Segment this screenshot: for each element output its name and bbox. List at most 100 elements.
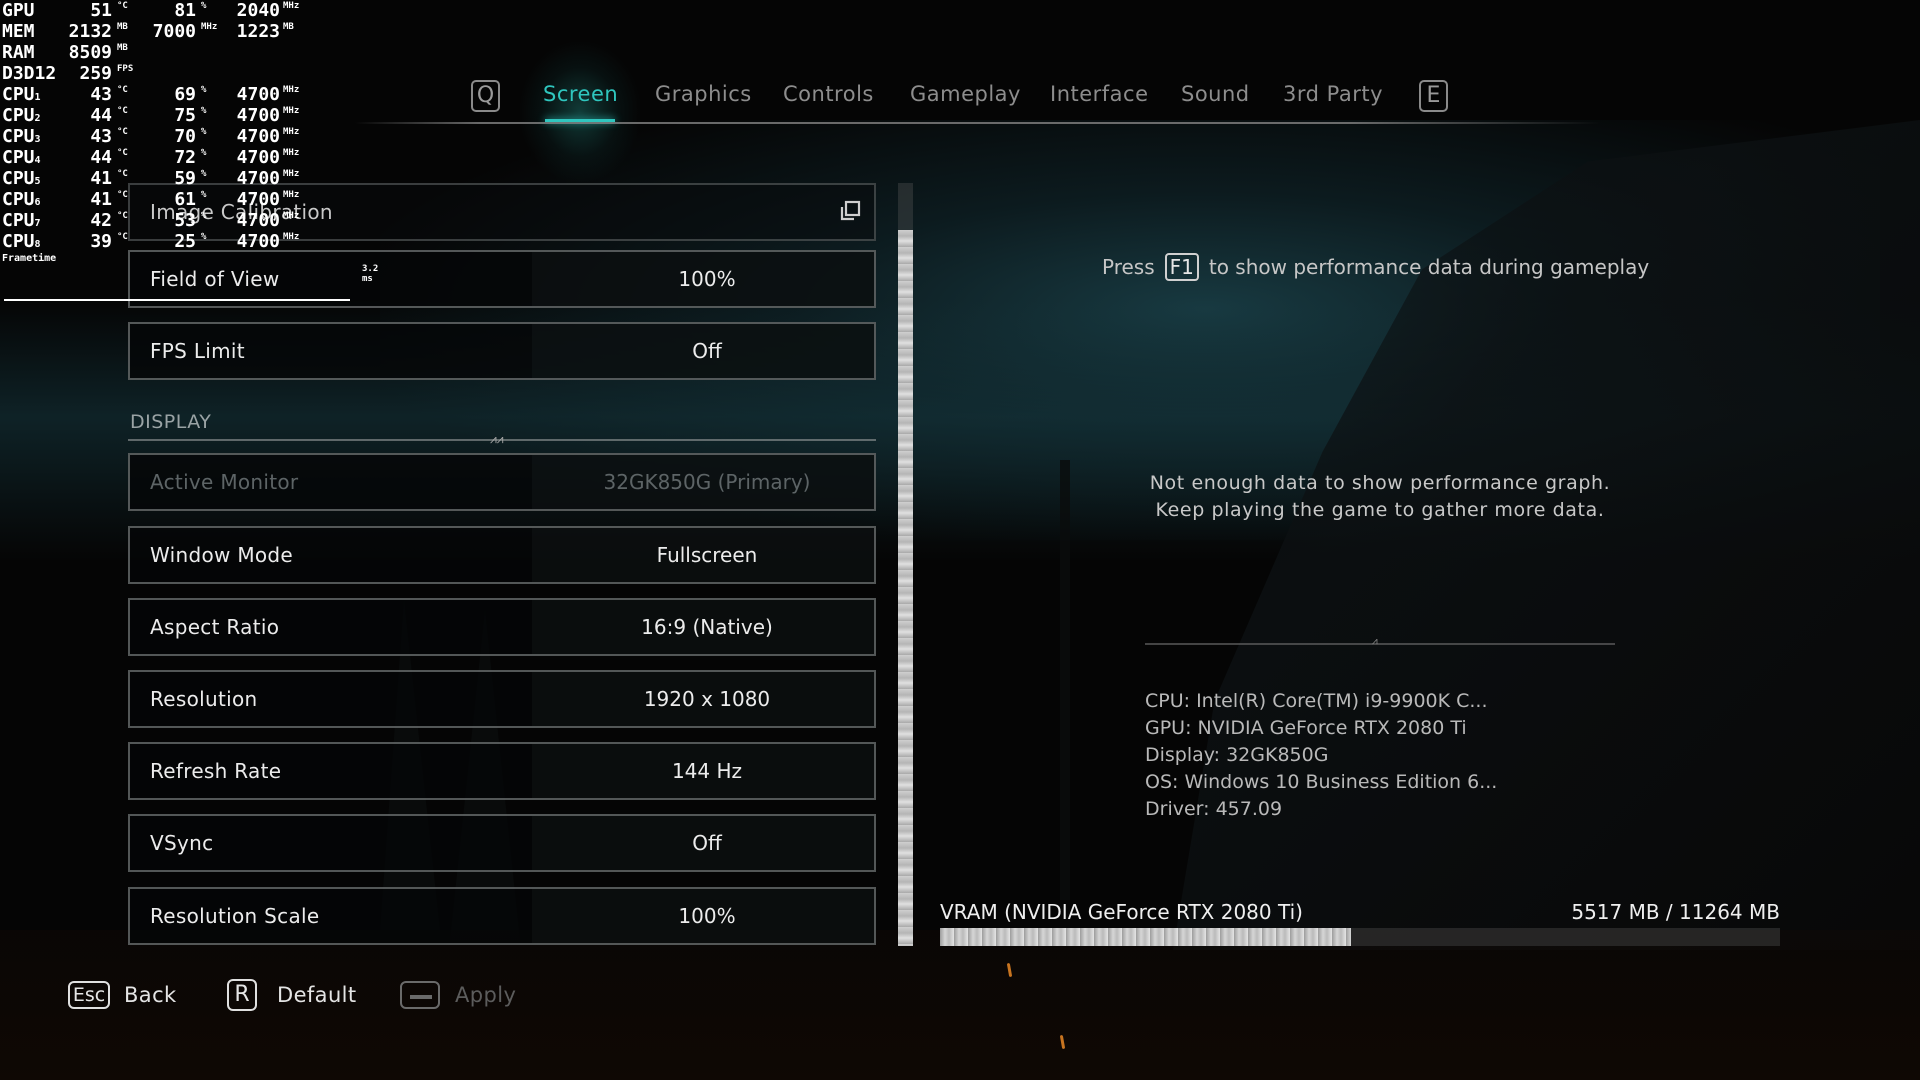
osd-unit: °C: [117, 169, 128, 179]
spacebar-key-icon: [400, 981, 440, 1009]
setting-label: Active Monitor: [150, 470, 299, 494]
esc-key-icon: Esc: [68, 981, 110, 1009]
osd-value: 4700: [236, 147, 280, 168]
setting-vsync[interactable]: VSync Off: [128, 814, 876, 872]
osd-unit: %: [201, 85, 207, 95]
osd-value: 69: [174, 84, 196, 105]
setting-label: VSync: [150, 831, 214, 855]
setting-value: Off: [692, 339, 722, 363]
osd-unit: MHz: [283, 211, 300, 221]
osd-value: 4700: [236, 84, 280, 105]
sysinfo-display: Display: 32GK850G: [1145, 744, 1329, 766]
osd-row-label-index: 2: [34, 113, 41, 124]
osd-value: 43: [90, 126, 112, 147]
osd-unit: MB: [283, 22, 294, 32]
sysinfo-gpu: GPU: NVIDIA GeForce RTX 2080 Ti: [1145, 717, 1467, 739]
setting-refresh-rate[interactable]: Refresh Rate 144 Hz: [128, 742, 876, 800]
tab-3rd-party[interactable]: 3rd Party: [1283, 82, 1383, 106]
setting-aspect-ratio[interactable]: Aspect Ratio 16:9 (Native): [128, 598, 876, 656]
osd-unit: %: [201, 106, 207, 116]
prev-tab-key-q[interactable]: Q: [471, 80, 500, 112]
osd-row-label-text: CPU: [2, 105, 35, 126]
osd-row-label: MEM: [2, 21, 35, 42]
osd-unit: °C: [117, 190, 128, 200]
external-window-icon[interactable]: [838, 199, 862, 223]
osd-value: 43: [90, 84, 112, 105]
osd-value: 59: [174, 168, 196, 189]
osd-row-label-index: 7: [34, 218, 41, 229]
osd-unit: FPS: [117, 64, 134, 74]
hint-suffix: to show performance data during gameplay: [1208, 255, 1650, 279]
setting-value: 1920 x 1080: [643, 687, 771, 711]
osd-row-label: D3D12: [2, 63, 57, 84]
setting-value: 100%: [678, 267, 736, 291]
sysinfo-driver: Driver: 457.09: [1145, 798, 1283, 820]
tab-interface[interactable]: Interface: [1050, 82, 1149, 106]
setting-value: Fullscreen: [656, 543, 758, 567]
setting-label: Refresh Rate: [150, 759, 282, 783]
divider-ornament-icon: ⩘: [1372, 636, 1378, 647]
osd-unit: °C: [117, 85, 128, 95]
tab-sound[interactable]: Sound: [1181, 82, 1250, 106]
setting-resolution-scale[interactable]: Resolution Scale 100%: [128, 887, 876, 945]
scrollbar-thumb[interactable]: [898, 230, 913, 946]
osd-unit: MHz: [283, 148, 300, 158]
osd-row-label-text: CPU: [2, 84, 35, 105]
tab-gameplay[interactable]: Gameplay: [910, 82, 1021, 106]
vram-usage-fill: [940, 928, 1352, 946]
osd-value: 259: [79, 63, 112, 84]
osd-value: 81: [174, 0, 196, 21]
setting-fps-limit[interactable]: FPS Limit Off: [128, 322, 876, 380]
no-data-message: Not enough data to show performance grap…: [1080, 470, 1680, 524]
osd-frametime-value: 3.2 ms: [362, 264, 379, 284]
osd-unit: °C: [117, 148, 128, 158]
osd-unit: %: [201, 232, 207, 242]
osd-unit: °C: [117, 106, 128, 116]
osd-unit: MB: [117, 22, 128, 32]
sysinfo-cpu: CPU: Intel(R) Core(TM) i9-9900K C...: [1145, 690, 1488, 712]
setting-window-mode[interactable]: Window Mode Fullscreen: [128, 526, 876, 584]
sysinfo-os: OS: Windows 10 Business Edition 6...: [1145, 771, 1498, 793]
osd-value: 4700: [236, 210, 280, 231]
osd-value: 1223: [236, 21, 280, 42]
osd-value: 70: [174, 126, 196, 147]
osd-row-label: CPU8: [2, 231, 41, 255]
apply-label: Apply: [455, 983, 517, 1007]
settings-scrollbar[interactable]: [898, 183, 913, 946]
osd-value: 53: [174, 210, 196, 231]
osd-unit: MHz: [283, 232, 300, 242]
no-data-line: Keep playing the game to gather more dat…: [1155, 499, 1605, 521]
vram-usage-bar: [940, 928, 1780, 946]
setting-label: Window Mode: [150, 543, 294, 567]
osd-unit: MHz: [283, 85, 300, 95]
next-tab-key-e[interactable]: E: [1419, 80, 1448, 112]
osd-unit: °C: [117, 232, 128, 242]
tab-screen[interactable]: Screen: [543, 82, 618, 106]
r-key-icon: R: [227, 979, 257, 1011]
osd-value: 41: [90, 189, 112, 210]
osd-unit: °C: [117, 211, 128, 221]
performance-hint: Press F1 to show performance data during g…: [1102, 253, 1649, 281]
osd-unit: MB: [117, 43, 128, 53]
osd-row-label-index: 1: [34, 92, 41, 103]
osd-value: 4700: [236, 126, 280, 147]
setting-label: Aspect Ratio: [150, 615, 280, 639]
osd-frametime-graph: [4, 299, 350, 301]
osd-row-label: GPU: [2, 0, 35, 21]
osd-row-label: RAM: [2, 42, 35, 63]
setting-label: Field of View: [150, 267, 280, 291]
osd-row-label-text: CPU: [2, 231, 35, 252]
setting-resolution[interactable]: Resolution 1920 x 1080: [128, 670, 876, 728]
tab-graphics[interactable]: Graphics: [655, 82, 752, 106]
default-label: Default: [277, 983, 357, 1007]
section-display-heading: DISPLAY: [130, 411, 212, 433]
osd-row-label-text: CPU: [2, 210, 35, 231]
osd-unit: %: [201, 148, 207, 158]
osd-unit: %: [201, 127, 207, 137]
osd-value: 4700: [236, 231, 280, 252]
osd-row-label-text: CPU: [2, 189, 35, 210]
osd-unit: %: [201, 211, 207, 221]
osd-row-label-index: 4: [34, 155, 41, 166]
tab-controls[interactable]: Controls: [783, 82, 874, 106]
osd-unit: °C: [117, 1, 128, 11]
